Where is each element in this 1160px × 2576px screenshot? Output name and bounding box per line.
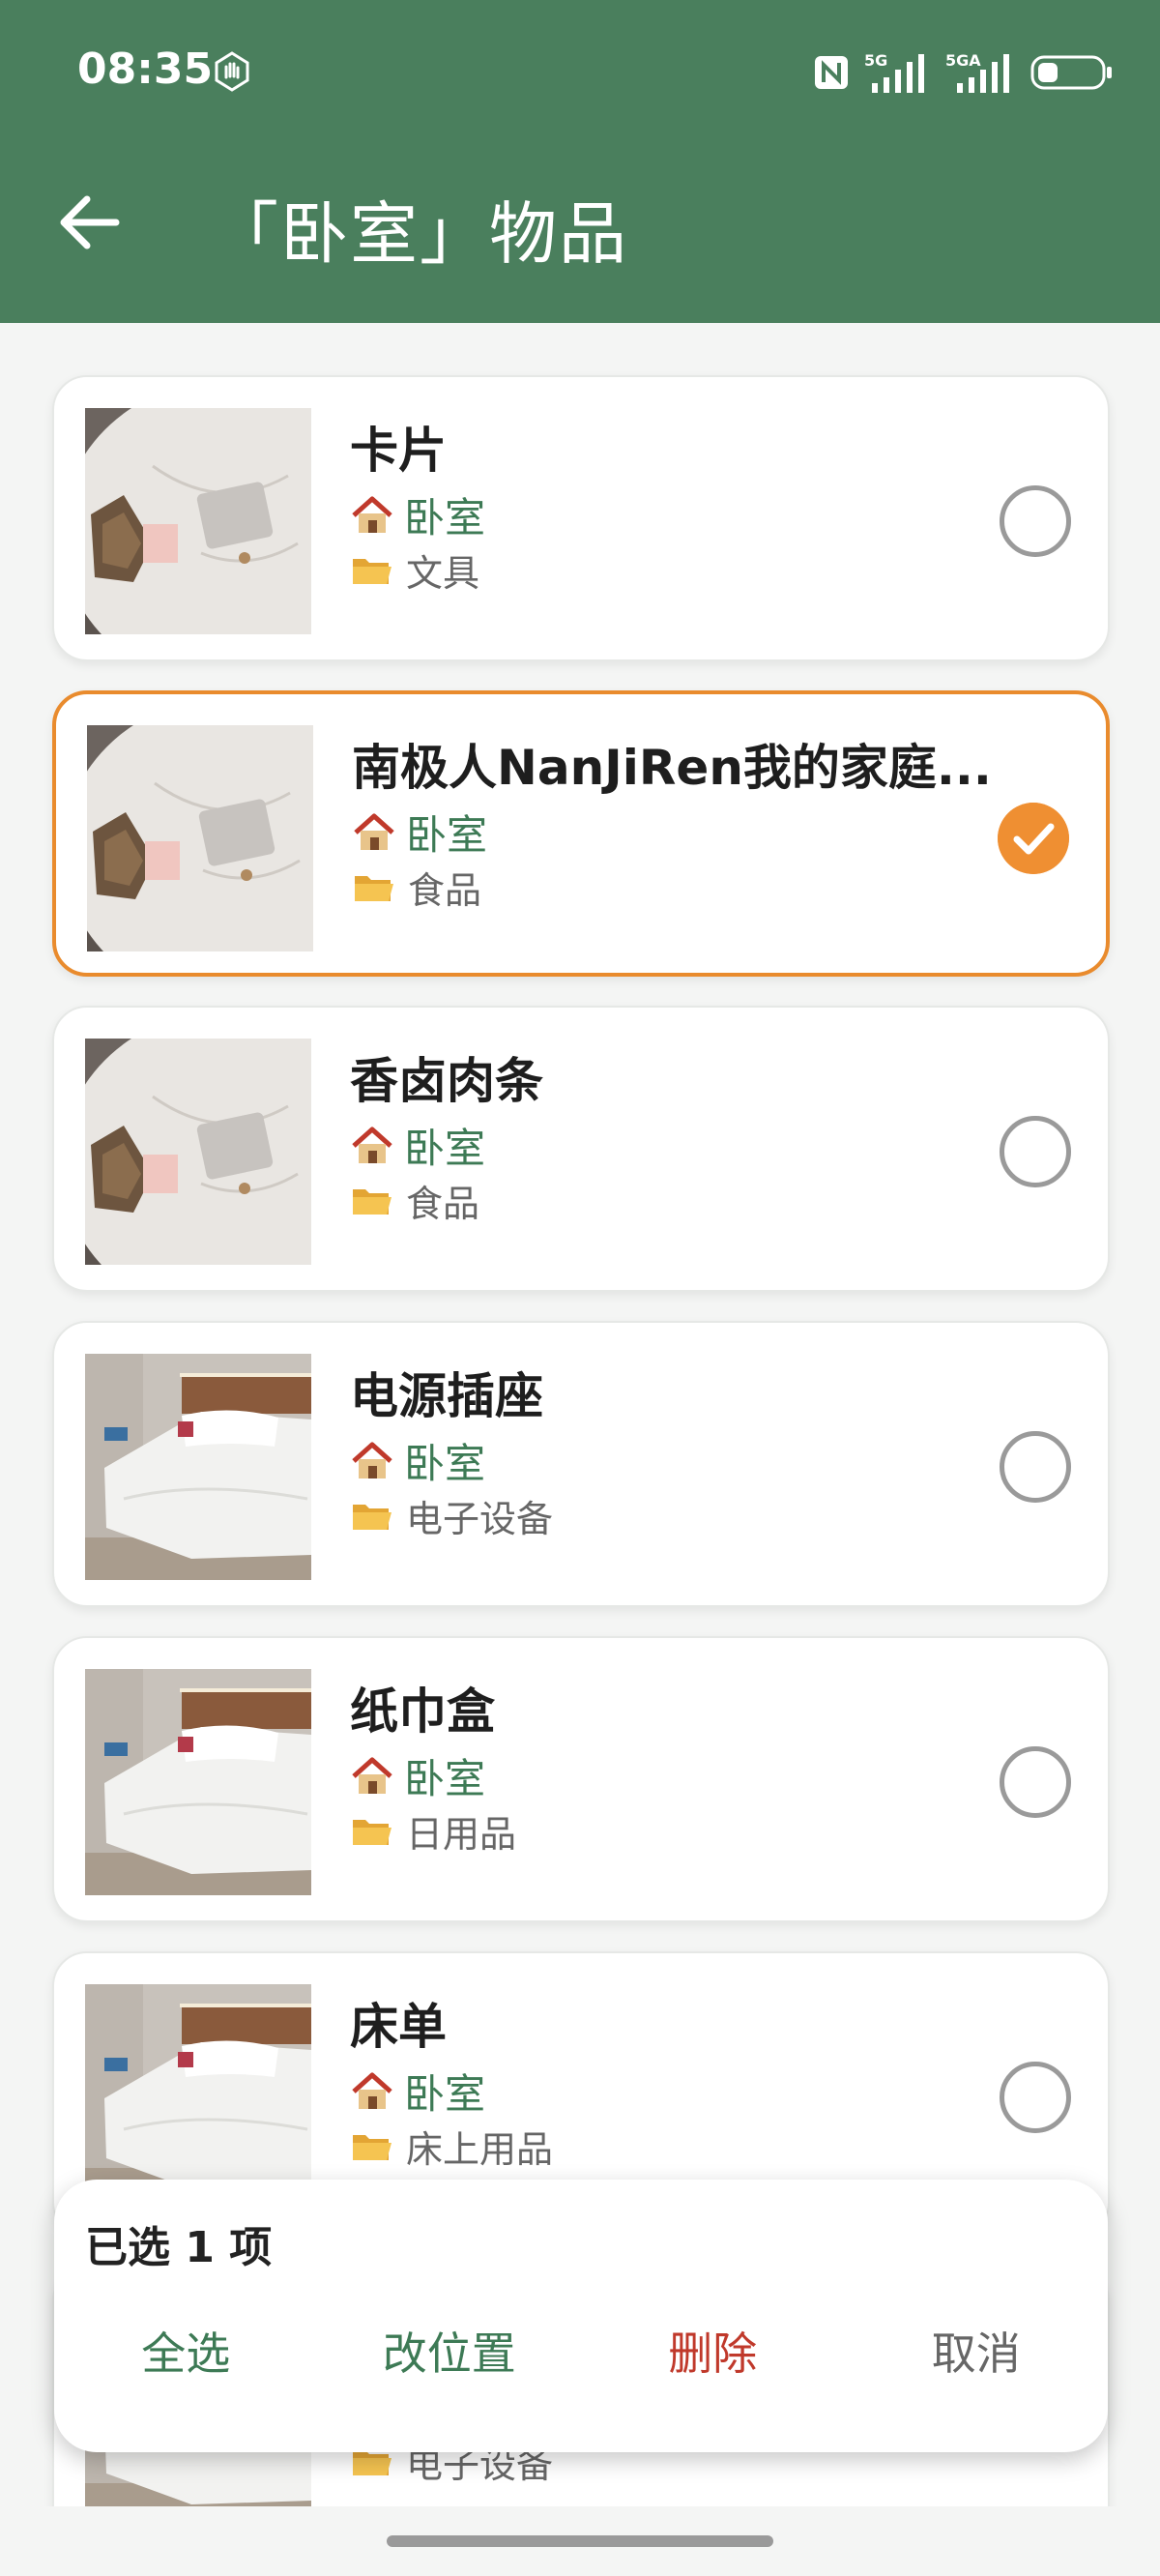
select-radio[interactable]: [1000, 1746, 1071, 1818]
cancel-button[interactable]: 取消: [845, 2315, 1109, 2392]
item-photo: [87, 725, 313, 951]
item-location: 卧室: [350, 2062, 485, 2121]
item-category: 电子设备: [350, 1489, 553, 1542]
item-location: 卧室: [352, 803, 487, 862]
item-location-label: 卧室: [404, 1755, 486, 1802]
item-photo: [85, 1039, 311, 1265]
house-icon: [352, 496, 392, 533]
action-row: 全选 改位置 删除 取消: [54, 2315, 1108, 2392]
item-category: 食品: [352, 861, 481, 914]
item-category: 食品: [350, 1174, 479, 1227]
folder-icon: [353, 1188, 392, 1215]
item-category: 床上用品: [350, 2120, 553, 2173]
item-category-label: 食品: [408, 869, 482, 912]
item-category: 日用品: [350, 1804, 516, 1858]
folder-icon: [353, 558, 392, 584]
select-radio[interactable]: [1000, 485, 1071, 557]
back-arrow-icon[interactable]: [54, 186, 128, 259]
folder-icon: [353, 2134, 392, 2160]
folder-icon: [353, 1819, 392, 1845]
select-radio[interactable]: [1000, 1116, 1071, 1187]
house-icon: [352, 1757, 392, 1794]
item-name: 床单: [350, 1999, 447, 2055]
house-icon: [352, 1127, 392, 1163]
item-name: 香卤肉条: [350, 1053, 543, 1109]
item-card[interactable]: 南极人NanJiRen我的家庭... 卧室食品: [52, 690, 1110, 977]
item-location: 卧室: [350, 1431, 485, 1490]
signal-5g-icon: 5G: [864, 51, 924, 93]
item-location-label: 卧室: [404, 1440, 486, 1487]
item-card[interactable]: 纸巾盒卧室日用品: [52, 1636, 1110, 1922]
item-category-label: 床上用品: [406, 2128, 554, 2171]
hand-icon: [215, 51, 249, 92]
select-all-button[interactable]: 全选: [54, 2315, 318, 2392]
item-category: 文具: [350, 543, 479, 597]
home-gesture-handle[interactable]: [387, 2535, 773, 2547]
svg-text:5G: 5G: [864, 51, 887, 70]
item-location: 卧室: [350, 485, 485, 544]
item-photo: [85, 1984, 311, 2210]
selection-action-sheet: 已选 1 项 全选 改位置 删除 取消: [54, 2180, 1108, 2452]
item-location-label: 卧室: [406, 811, 488, 859]
item-photo: [85, 1354, 311, 1580]
item-photo: [85, 408, 311, 634]
item-name: 南极人NanJiRen我的家庭...: [352, 740, 992, 796]
status-time: 08:35: [77, 44, 214, 94]
signal-5ga-icon: 5GA: [945, 51, 1009, 93]
item-location: 卧室: [350, 1746, 485, 1805]
item-card[interactable]: 卡片卧室文具: [52, 375, 1110, 661]
status-icons: 5G 5GA: [812, 48, 1114, 97]
selected-count: 已选 1 项: [85, 2223, 273, 2272]
item-name: 纸巾盒: [350, 1683, 495, 1740]
house-icon: [352, 1442, 392, 1478]
item-name: 电源插座: [350, 1368, 543, 1424]
item-card[interactable]: 电源插座卧室电子设备: [52, 1321, 1110, 1607]
select-radio[interactable]: [1000, 2062, 1071, 2133]
item-location-label: 卧室: [404, 2070, 486, 2118]
item-category-label: 电子设备: [406, 1498, 554, 1540]
nfc-icon: [815, 56, 848, 89]
item-category-label: 食品: [406, 1183, 480, 1225]
folder-icon: [355, 875, 393, 901]
page-title: 「卧室」物品: [211, 194, 628, 274]
folder-icon: [353, 1504, 392, 1530]
delete-button[interactable]: 删除: [581, 2315, 845, 2392]
house-icon: [354, 813, 394, 850]
item-card[interactable]: 香卤肉条卧室食品: [52, 1006, 1110, 1292]
move-location-button[interactable]: 改位置: [318, 2315, 582, 2392]
item-location-label: 卧室: [404, 1125, 486, 1172]
item-photo: [85, 1669, 311, 1895]
app-bar: 08:35 5G 5GA 「卧室」物品: [0, 0, 1160, 323]
house-icon: [352, 2072, 392, 2109]
item-location: 卧室: [350, 1116, 485, 1175]
item-category-label: 日用品: [406, 1813, 517, 1856]
item-location-label: 卧室: [404, 494, 486, 542]
svg-text:5GA: 5GA: [945, 51, 981, 70]
item-name: 卡片: [350, 423, 447, 479]
battery-icon: [1030, 55, 1112, 90]
item-category-label: 文具: [406, 552, 480, 595]
select-radio[interactable]: [1000, 1431, 1071, 1503]
selected-check-icon[interactable]: [998, 803, 1069, 874]
